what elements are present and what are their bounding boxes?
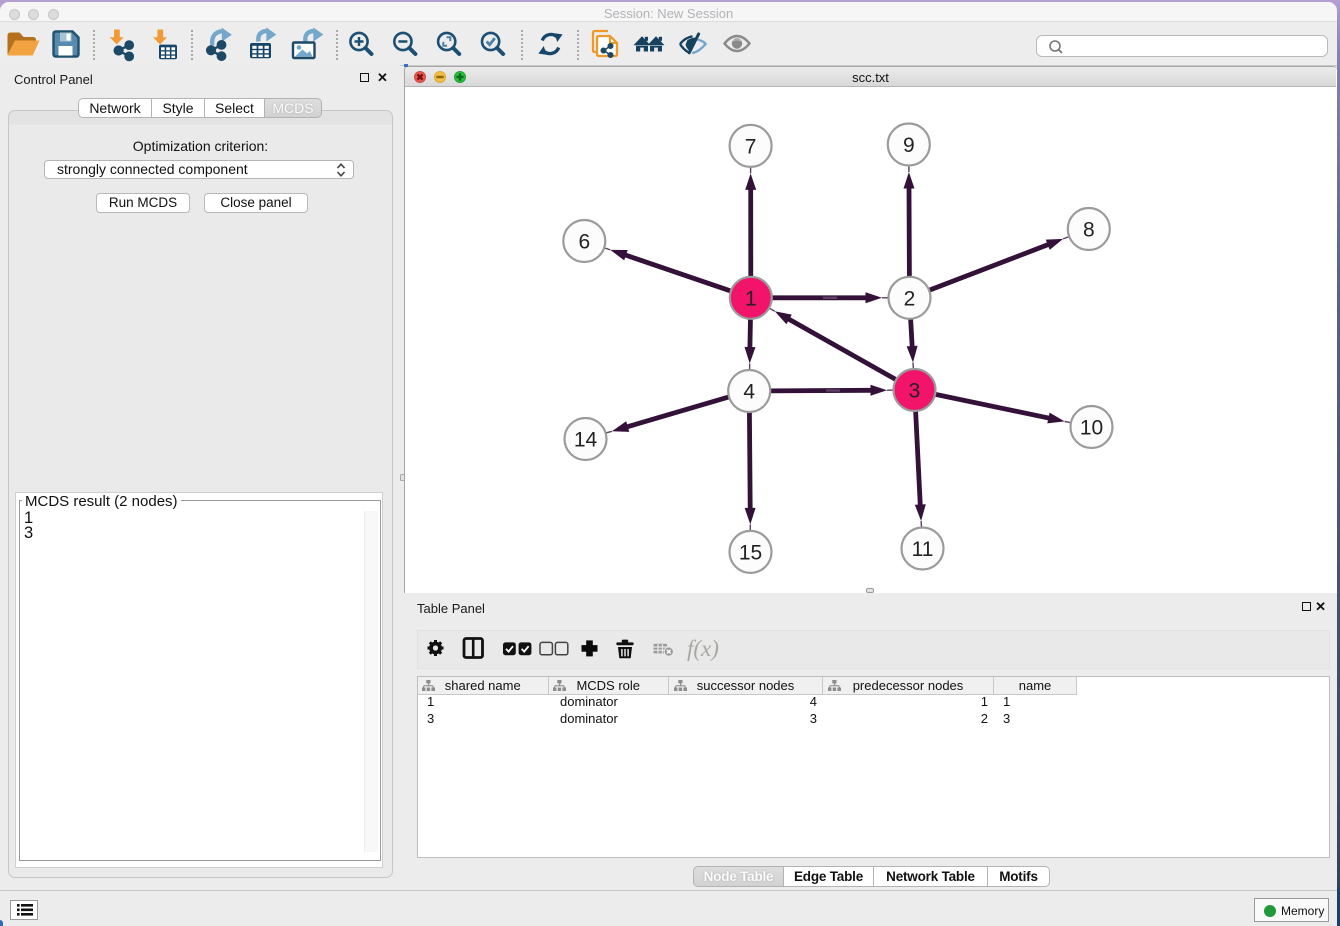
svg-text:11: 11: [912, 538, 934, 561]
svg-text:2: 2: [904, 287, 916, 310]
svg-text:3: 3: [909, 380, 921, 403]
svg-text:9: 9: [903, 134, 915, 157]
svg-text:10: 10: [1080, 417, 1103, 440]
svg-text:7: 7: [745, 135, 757, 158]
svg-text:8: 8: [1083, 219, 1095, 242]
svg-text:f(x): f(x): [687, 636, 719, 661]
svg-text:1: 1: [745, 287, 757, 310]
svg-text:15: 15: [739, 541, 762, 564]
svg-text:14: 14: [574, 429, 598, 452]
svg-text:6: 6: [578, 231, 590, 254]
svg-text:4: 4: [743, 381, 755, 404]
